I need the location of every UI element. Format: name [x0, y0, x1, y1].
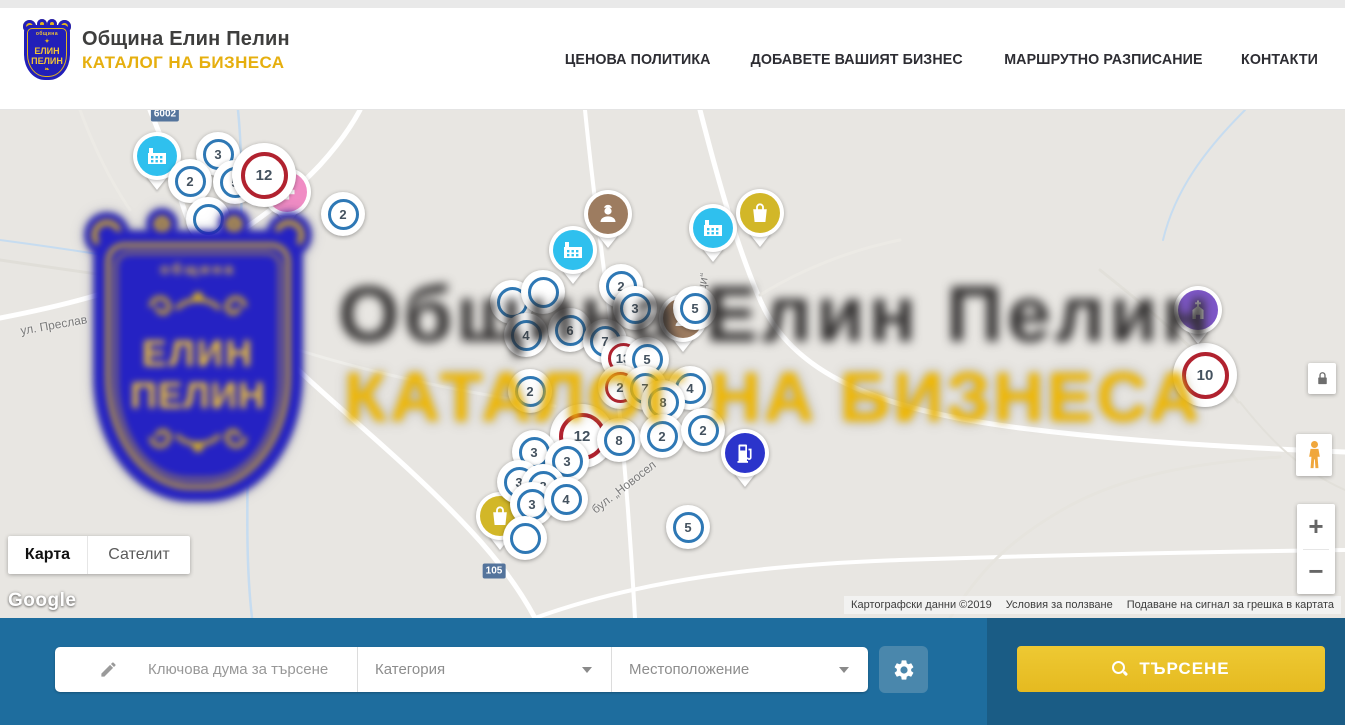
worker-icon [584, 190, 632, 238]
zoom-control: + − [1297, 504, 1335, 594]
map-cluster-marker[interactable]: 5 [666, 505, 710, 549]
search-button-label: ТЪРСЕНЕ [1139, 659, 1229, 679]
nav-item[interactable]: ДОБАВЕТЕ ВАШИЯТ БИЗНЕС [751, 51, 963, 68]
map-cluster-marker[interactable]: 2 [681, 408, 725, 452]
municipality-emblem-icon: община ✦ ЕЛИН ПЕЛИН ❧ [22, 20, 72, 80]
cluster-count: 5 [691, 301, 698, 316]
site-logo[interactable]: община ✦ ЕЛИН ПЕЛИН ❧ Община Елин Пелин … [22, 20, 290, 80]
nav-item[interactable]: КОНТАКТИ [1241, 51, 1318, 68]
search-button[interactable]: ТЪРСЕНЕ [1017, 646, 1325, 692]
search-field-group: Категория Местоположение [55, 647, 868, 692]
cluster-count: 2 [339, 207, 346, 222]
map-cluster-marker[interactable]: 5 [673, 286, 717, 330]
gear-icon [892, 658, 916, 682]
map-pin-marker[interactable] [736, 189, 784, 251]
google-logo[interactable]: Google [8, 590, 76, 612]
location-select[interactable]: Местоположение [612, 647, 868, 692]
cluster-count: 2 [526, 384, 533, 399]
cluster-count: 3 [214, 147, 221, 162]
map-cluster-marker[interactable]: 12 [232, 143, 296, 207]
map-pin-marker[interactable] [721, 429, 769, 491]
cluster-count: 4 [686, 381, 693, 396]
site-subtitle: КАТАЛОГ НА БИЗНЕСА [82, 53, 290, 73]
location-placeholder: Местоположение [612, 661, 749, 678]
cluster-count: 3 [528, 497, 535, 512]
map-pin-marker[interactable] [584, 190, 632, 252]
nav-item[interactable]: ЦЕНОВА ПОЛИТИКА [564, 51, 710, 68]
map-cluster-marker[interactable]: 3 [613, 286, 657, 330]
lock-control-button[interactable] [1308, 363, 1336, 394]
main-nav: ЦЕНОВА ПОЛИТИКА ДОБАВЕТЕ ВАШИЯТ БИЗНЕС МАР… [561, 8, 1320, 110]
pencil-icon [99, 660, 118, 679]
church-icon [1174, 286, 1222, 334]
zoom-in-button[interactable]: + [1297, 505, 1335, 549]
attribution-text: Картографски данни ©2019 [844, 596, 999, 614]
chevron-down-icon [582, 667, 592, 678]
cluster-count: 3 [530, 445, 537, 460]
road-number-label: 105 [483, 564, 506, 579]
site-header: община ✦ ЕЛИН ПЕЛИН ❧ Община Елин Пелин … [0, 8, 1345, 110]
cluster-count: 12 [256, 167, 273, 184]
cluster-count: 6 [566, 323, 573, 338]
cluster-count: 2 [658, 429, 665, 444]
category-select[interactable]: Категория [358, 647, 612, 692]
cluster-count: 10 [1197, 367, 1214, 384]
pegman-icon [1304, 440, 1325, 470]
attribution-link[interactable]: Подаване на сигнал за грешка в картата [1120, 596, 1341, 614]
site-title: Община Елин Пелин [82, 28, 290, 51]
cluster-count: 4 [522, 328, 529, 343]
map-type-control: Карта Сателит [8, 536, 190, 574]
lock-icon [1314, 369, 1331, 388]
map-canvas[interactable]: 6002105 ул. Преславбул. „Новоселци“ 3251… [0, 110, 1345, 618]
cluster-count: 8 [615, 433, 622, 448]
map-cluster-marker[interactable]: 4 [544, 477, 588, 521]
map-attribution: Картографски данни ©2019Условия за ползв… [844, 596, 1341, 614]
keyword-section [55, 647, 358, 692]
map-cluster-marker[interactable]: 10 [1173, 343, 1237, 407]
window-top-strip [0, 0, 1345, 8]
map-cluster-marker[interactable]: 2 [321, 192, 365, 236]
street-view-pegman[interactable] [1296, 434, 1332, 476]
cluster-count: 2 [699, 423, 706, 438]
map-pin-marker[interactable] [1174, 286, 1222, 348]
attribution-link[interactable]: Условия за ползване [999, 596, 1120, 614]
factory-icon [689, 204, 737, 252]
satellite-view-button[interactable]: Сателит [88, 536, 190, 574]
map-view-button[interactable]: Карта [8, 536, 88, 574]
map-cluster-marker[interactable]: 2 [640, 414, 684, 458]
nav-item[interactable]: МАРШРУТНО РАЗПИСАНИЕ [1004, 51, 1202, 68]
cluster-count: 3 [563, 454, 570, 469]
category-placeholder: Категория [358, 661, 445, 678]
map-cluster-marker[interactable]: 2 [508, 369, 552, 413]
cluster-count: 8 [659, 395, 666, 410]
map-cluster-marker[interactable] [503, 516, 547, 560]
map-cluster-marker[interactable]: 4 [504, 313, 548, 357]
cluster-count: 5 [684, 520, 691, 535]
zoom-out-button[interactable]: − [1297, 550, 1335, 594]
map-cluster-marker[interactable]: 8 [597, 418, 641, 462]
chevron-down-icon [839, 667, 849, 678]
cluster-count: 5 [643, 352, 650, 367]
search-bar: Категория Местоположение ТЪРСЕНЕ [0, 618, 1345, 725]
bag-icon [736, 189, 784, 237]
map-cluster-marker[interactable] [186, 197, 230, 241]
cluster-count: 2 [186, 174, 193, 189]
road-number-label: 6002 [151, 110, 179, 122]
advanced-settings-button[interactable] [879, 646, 928, 693]
cluster-count: 4 [562, 492, 569, 507]
map-pin-marker[interactable] [689, 204, 737, 266]
map-cluster-marker[interactable] [521, 270, 565, 314]
search-icon [1112, 661, 1128, 677]
cluster-count: 3 [631, 301, 638, 316]
fuel-icon [721, 429, 769, 477]
